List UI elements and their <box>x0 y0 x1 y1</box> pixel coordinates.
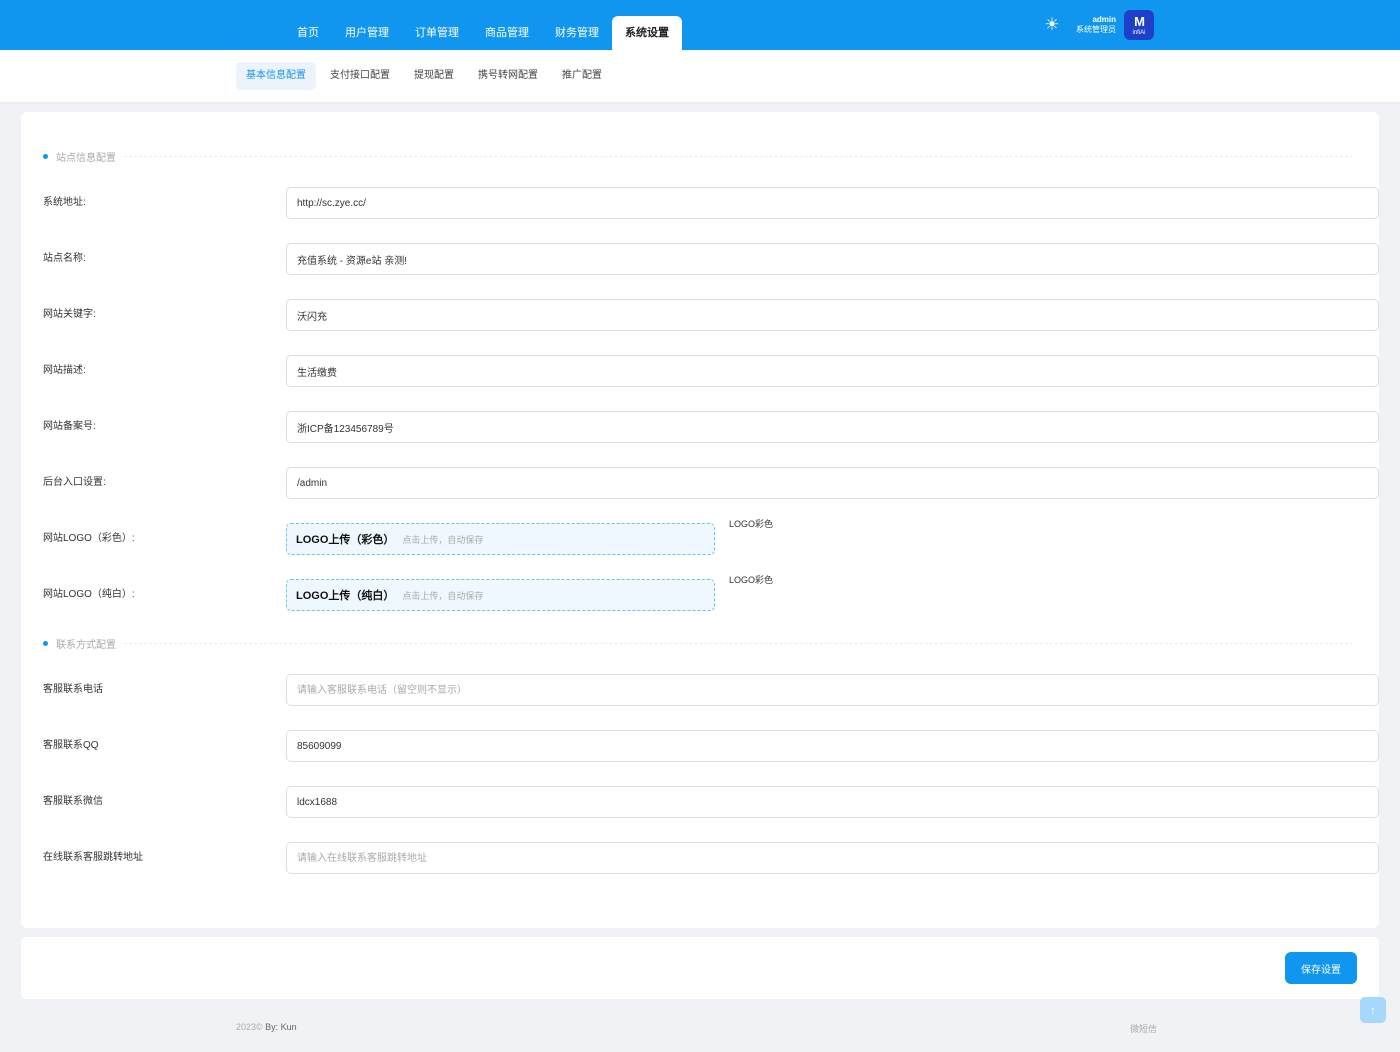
nav-home[interactable]: 首页 <box>284 16 332 50</box>
user-info[interactable]: admin 系统管理员 <box>1076 16 1116 34</box>
field-label: 后台入口设置: <box>43 477 106 488</box>
top-navbar: 首页 用户管理 订单管理 商品管理 财务管理 系统设置 ☀ admin 系统管理… <box>0 0 1400 50</box>
save-settings-button[interactable]: 保存设置 <box>1285 952 1357 984</box>
online-service-url-input[interactable] <box>286 842 1379 874</box>
sub-tab-bar: 基本信息配置 支付接口配置 提现配置 携号转网配置 推广配置 <box>0 50 1400 102</box>
service-phone-input[interactable] <box>286 674 1379 706</box>
footer-brand: 微短信 <box>1130 1024 1158 1034</box>
field-label: 网站描述: <box>43 365 86 376</box>
upload-title: LOGO上传（纯白） <box>296 590 395 602</box>
logo-white-upload[interactable]: LOGO上传（纯白） 点击上传，自动保存 <box>286 579 715 611</box>
upload-title: LOGO上传（彩色） <box>296 534 395 546</box>
tab-payment[interactable]: 支付接口配置 <box>320 62 400 90</box>
admin-entry-input[interactable] <box>286 467 1379 499</box>
section-divider <box>124 155 1353 157</box>
field-service-phone: 客服联系电话 <box>43 674 1379 706</box>
icp-input[interactable] <box>286 411 1379 443</box>
user-name: admin <box>1092 15 1116 24</box>
section-divider <box>124 642 1353 644</box>
field-service-qq: 客服联系QQ <box>43 730 1379 762</box>
field-online-service-url: 在线联系客服跳转地址 <box>43 842 1379 874</box>
tab-number-porting[interactable]: 携号转网配置 <box>468 62 548 90</box>
section-title-text: 站点信息配置 <box>56 152 116 164</box>
main-nav: 首页 用户管理 订单管理 商品管理 财务管理 系统设置 <box>284 16 682 50</box>
system-url-input[interactable] <box>286 187 1379 219</box>
field-site-name: 站点名称: <box>43 243 1379 275</box>
field-system-url: 系统地址: <box>43 187 1379 219</box>
nav-users[interactable]: 用户管理 <box>332 16 402 50</box>
field-logo-color: 网站LOGO（彩色）: LOGO上传（彩色） 点击上传，自动保存 LOGO彩色 <box>43 519 1357 555</box>
avatar-logo-mark: M <box>1134 14 1145 29</box>
logo-color-preview: LOGO彩色 <box>729 519 774 529</box>
field-label: 在线联系客服跳转地址 <box>43 852 143 863</box>
copyright-author: By: Kun <box>265 1022 297 1032</box>
section-dot <box>43 640 48 646</box>
field-label: 网站LOGO（彩色）: <box>43 533 135 544</box>
nav-products[interactable]: 商品管理 <box>472 16 542 50</box>
nav-system-settings[interactable]: 系统设置 <box>612 16 682 50</box>
settings-form-card: 站点信息配置 系统地址: 站点名称: 网站关键字: 网站描述: 网站备案号: 后… <box>21 112 1379 928</box>
nav-orders[interactable]: 订单管理 <box>402 16 472 50</box>
logo-color-upload[interactable]: LOGO上传（彩色） 点击上传，自动保存 <box>286 523 715 555</box>
copyright: 2023© By: Kun <box>236 1022 297 1032</box>
field-label: 网站备案号: <box>43 421 96 432</box>
section-title-text: 联系方式配置 <box>56 639 116 651</box>
avatar-logo-text: infiAi <box>1132 30 1146 36</box>
sun-icon[interactable]: ☀ <box>1040 13 1064 37</box>
upload-hint: 点击上传，自动保存 <box>402 590 484 601</box>
keywords-input[interactable] <box>286 299 1379 331</box>
description-input[interactable] <box>286 355 1379 387</box>
field-keywords: 网站关键字: <box>43 299 1379 331</box>
upload-hint: 点击上传，自动保存 <box>402 534 484 545</box>
field-admin-entry: 后台入口设置: <box>43 467 1379 499</box>
field-service-wechat: 客服联系微信 <box>43 786 1379 818</box>
field-label: 客服联系微信 <box>43 796 103 807</box>
site-name-input[interactable] <box>286 243 1379 275</box>
field-label: 网站LOGO（纯白）: <box>43 589 135 600</box>
tab-promotion[interactable]: 推广配置 <box>552 62 612 90</box>
field-label: 客服联系QQ <box>43 740 99 751</box>
logo-white-preview: LOGO彩色 <box>729 575 774 585</box>
field-logo-white: 网站LOGO（纯白）: LOGO上传（纯白） 点击上传，自动保存 LOGO彩色 <box>43 575 1357 611</box>
arrow-up-icon: ↑ <box>1370 1003 1376 1017</box>
copyright-year: 2023© <box>236 1022 263 1032</box>
service-qq-input[interactable] <box>286 730 1379 762</box>
contact-section-title: 联系方式配置 <box>43 636 1353 651</box>
section-dot <box>43 153 48 159</box>
field-label: 系统地址: <box>43 197 86 208</box>
site-section-title: 站点信息配置 <box>43 149 1353 164</box>
field-description: 网站描述: <box>43 355 1379 387</box>
field-icp: 网站备案号: <box>43 411 1379 443</box>
settings-tabs: 基本信息配置 支付接口配置 提现配置 携号转网配置 推广配置 <box>236 62 616 90</box>
back-to-top-button[interactable]: ↑ <box>1360 997 1386 1023</box>
field-label: 站点名称: <box>43 253 86 264</box>
tab-withdraw[interactable]: 提现配置 <box>404 62 464 90</box>
nav-finance[interactable]: 财务管理 <box>542 16 612 50</box>
avatar[interactable]: M infiAi <box>1124 10 1154 40</box>
user-role: 系统管理员 <box>1076 25 1116 34</box>
save-bar: 保存设置 <box>21 937 1379 999</box>
service-wechat-input[interactable] <box>286 786 1379 818</box>
field-label: 客服联系电话 <box>43 684 103 695</box>
field-label: 网站关键字: <box>43 309 96 320</box>
tab-basic-info[interactable]: 基本信息配置 <box>236 62 316 90</box>
user-area: ☀ admin 系统管理员 M infiAi <box>1040 9 1154 41</box>
